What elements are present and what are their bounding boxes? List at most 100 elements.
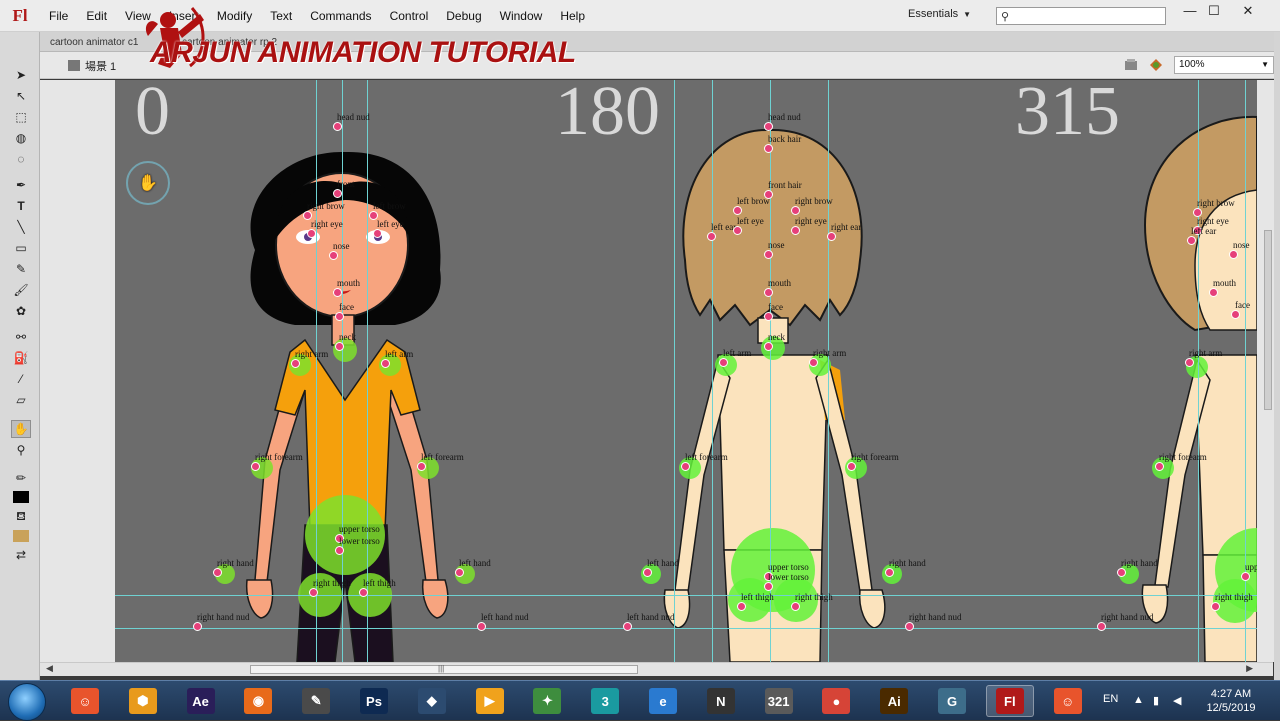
- pen-tool-icon[interactable]: ✒: [11, 176, 31, 194]
- taskbar-app-chrome[interactable]: ●: [812, 685, 860, 717]
- language-indicator[interactable]: EN: [1103, 693, 1118, 705]
- bone-pin[interactable]: [291, 359, 300, 368]
- taskbar-app-nuke[interactable]: N: [697, 685, 745, 717]
- bone-pin[interactable]: [885, 568, 894, 577]
- bone-pin[interactable]: [307, 229, 316, 238]
- bone-pin[interactable]: [764, 250, 773, 259]
- zoom-tool-icon[interactable]: ⚲: [11, 441, 31, 459]
- taskbar-app-cartoon-animator[interactable]: ☺: [61, 685, 109, 717]
- taskbar-app-photoshop[interactable]: Ps: [350, 685, 398, 717]
- bone-pin[interactable]: [477, 622, 486, 631]
- bone-pin[interactable]: [335, 312, 344, 321]
- guide-vertical[interactable]: [828, 80, 829, 662]
- bone-pin[interactable]: [643, 568, 652, 577]
- bone-pin[interactable]: [213, 568, 222, 577]
- system-clock[interactable]: 4:27 AM 12/5/2019: [1196, 687, 1266, 715]
- bone-pin[interactable]: [373, 229, 382, 238]
- bone-pin[interactable]: [251, 462, 260, 471]
- volume-icon[interactable]: ◀: [1173, 694, 1181, 707]
- guide-horizontal[interactable]: [115, 628, 1257, 629]
- taskbar-app-media[interactable]: ✎: [292, 685, 340, 717]
- stroke-color-icon[interactable]: ✏: [11, 469, 31, 487]
- line-tool-icon[interactable]: ╲: [11, 218, 31, 236]
- bone-pin[interactable]: [791, 602, 800, 611]
- scene-breadcrumb[interactable]: 場景 1: [68, 58, 116, 74]
- taskbar-app-flash[interactable]: Fl: [985, 685, 1034, 717]
- taskbar-app-cartoon-animator-2[interactable]: ☺: [1044, 685, 1092, 717]
- paint-bucket-tool-icon[interactable]: ⛽: [11, 349, 31, 367]
- taskbar-app-android-studio[interactable]: ✦: [523, 685, 571, 717]
- tray-expand-icon[interactable]: ▲: [1133, 694, 1144, 706]
- bone-pin[interactable]: [847, 462, 856, 471]
- guide-vertical[interactable]: [1198, 80, 1199, 662]
- stroke-color-swatch[interactable]: [11, 488, 31, 506]
- rectangle-tool-icon[interactable]: ▭: [11, 239, 31, 257]
- menu-text[interactable]: Text: [261, 0, 301, 32]
- bone-pin[interactable]: [1241, 572, 1250, 581]
- fill-color-swatch[interactable]: [11, 527, 31, 545]
- workspace-switcher[interactable]: Essentials ▼: [908, 8, 971, 20]
- bone-pin[interactable]: [764, 582, 773, 591]
- guide-horizontal[interactable]: [115, 595, 1257, 596]
- free-transform-tool-icon[interactable]: ⬚: [11, 108, 31, 126]
- stage-pasteboard[interactable]: 0 180 315 head nud front right brow left…: [40, 80, 1273, 662]
- fill-color-icon[interactable]: ⛾: [11, 508, 31, 526]
- guide-vertical[interactable]: [367, 80, 368, 662]
- lasso-tool-icon[interactable]: ◌: [11, 150, 31, 168]
- text-tool-icon[interactable]: T: [11, 197, 31, 215]
- zoom-select[interactable]: 100% ▼: [1174, 56, 1274, 74]
- bone-pin[interactable]: [733, 226, 742, 235]
- menu-commands[interactable]: Commands: [301, 0, 380, 32]
- bone-pin[interactable]: [417, 462, 426, 471]
- bone-pin[interactable]: [333, 189, 342, 198]
- menu-help[interactable]: Help: [551, 0, 594, 32]
- taskbar-app-app-blue[interactable]: ◆: [408, 685, 456, 717]
- bone-pin[interactable]: [381, 359, 390, 368]
- bone-pin[interactable]: [764, 342, 773, 351]
- pencil-tool-icon[interactable]: ✎: [11, 260, 31, 278]
- menu-file[interactable]: File: [40, 0, 77, 32]
- bone-pin[interactable]: [623, 622, 632, 631]
- start-button[interactable]: [8, 683, 46, 721]
- taskbar-app-firefox[interactable]: ◉: [234, 685, 282, 717]
- guide-vertical[interactable]: [316, 80, 317, 662]
- bone-pin[interactable]: [764, 144, 773, 153]
- swap-colors-icon[interactable]: ⇄: [11, 546, 31, 564]
- subselection-tool-icon[interactable]: ↖: [11, 87, 31, 105]
- taskbar-app-app-g[interactable]: G: [928, 685, 976, 717]
- eyedropper-tool-icon[interactable]: ⁄: [11, 370, 31, 388]
- menu-modify[interactable]: Modify: [208, 0, 261, 32]
- bone-pin[interactable]: [681, 462, 690, 471]
- maximize-button[interactable]: ☐: [1198, 2, 1230, 20]
- bone-pin[interactable]: [1185, 358, 1194, 367]
- guide-vertical[interactable]: [674, 80, 675, 662]
- 3d-rotation-tool-icon[interactable]: ◍: [11, 129, 31, 147]
- bone-pin[interactable]: [764, 288, 773, 297]
- scroll-thumb[interactable]: [1264, 230, 1272, 410]
- bone-pin[interactable]: [707, 232, 716, 241]
- hand-tool-icon[interactable]: ✋: [11, 420, 31, 438]
- deco-tool-icon[interactable]: ✿: [11, 302, 31, 320]
- menu-edit[interactable]: Edit: [77, 0, 116, 32]
- bone-tool-icon[interactable]: ⚯: [11, 328, 31, 346]
- scroll-left-icon[interactable]: ◀: [46, 663, 53, 674]
- bone-pin[interactable]: [1211, 602, 1220, 611]
- bone-pin[interactable]: [309, 588, 318, 597]
- eraser-tool-icon[interactable]: ▱: [11, 391, 31, 409]
- brush-tool-icon[interactable]: 🖌: [11, 281, 31, 299]
- character-front-view[interactable]: [195, 140, 515, 662]
- bone-pin[interactable]: [1209, 288, 1218, 297]
- tab-cartoon-animator-c1[interactable]: cartoon animator c1: [42, 34, 146, 52]
- bone-pin[interactable]: [193, 622, 202, 631]
- bone-pin[interactable]: [791, 206, 800, 215]
- taskbar-app-video-editor[interactable]: 321: [755, 685, 803, 717]
- bone-pin[interactable]: [455, 568, 464, 577]
- bone-pin[interactable]: [333, 288, 342, 297]
- bone-pin[interactable]: [827, 232, 836, 241]
- bone-pin[interactable]: [764, 312, 773, 321]
- taskbar-app-sketchup[interactable]: ⬢: [119, 685, 167, 717]
- scroll-right-icon[interactable]: ▶: [1246, 663, 1253, 674]
- selection-tool-icon[interactable]: ➤: [11, 66, 31, 84]
- bone-pin[interactable]: [809, 358, 818, 367]
- bone-pin[interactable]: [737, 602, 746, 611]
